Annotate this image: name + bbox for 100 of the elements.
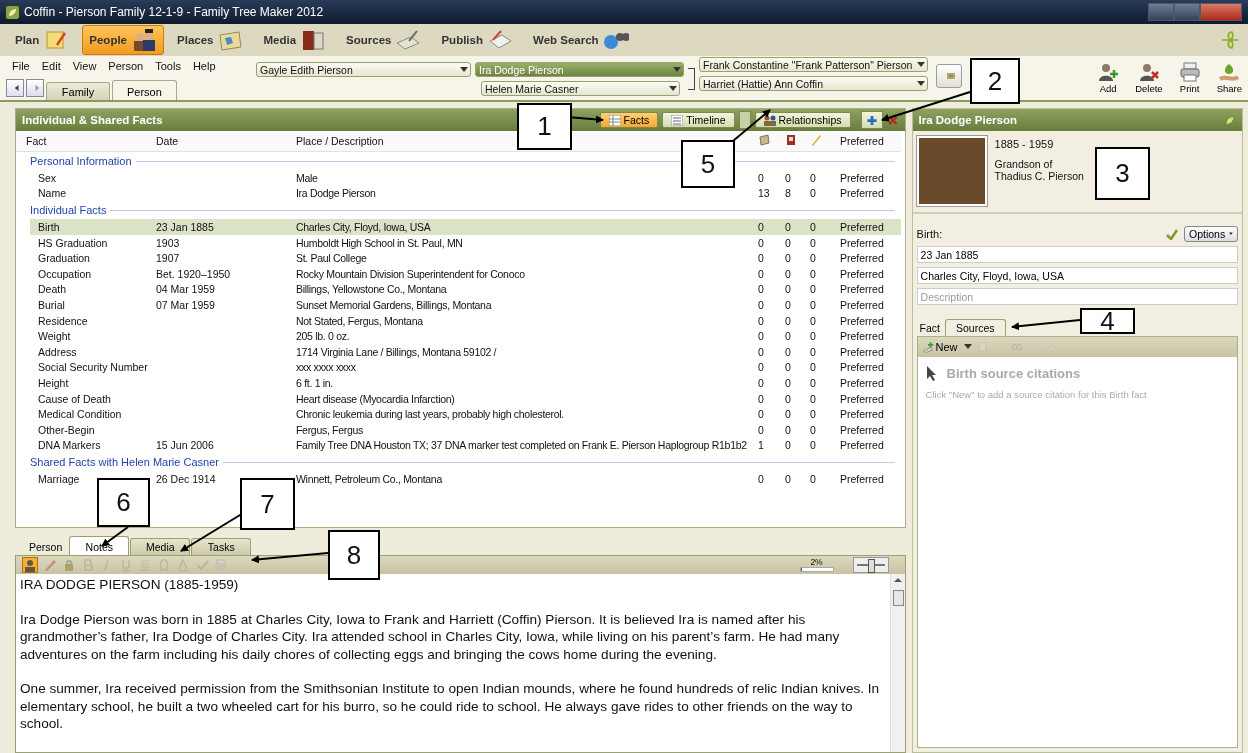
workspace-tab[interactable]: People [82,25,164,55]
view-tab[interactable]: Family [46,82,110,100]
table-cell-text: 15 Jun 2006 [156,439,215,452]
table-cell-text: 0 [810,267,817,280]
table-cell-text: 0 [758,423,765,436]
column-header[interactable]: Date [156,135,296,147]
leaf-icon[interactable] [1224,114,1236,126]
column-header[interactable]: Fact [26,135,156,147]
table-cell-text: Preferred [840,330,885,343]
callout-number: 1 [517,103,572,150]
column-header[interactable]: Preferred [840,135,892,147]
forward-button[interactable] [26,79,44,97]
table-cell-text: 0 [758,392,765,405]
toolbar-button[interactable]: Print [1178,62,1201,100]
table-cell-text: Death [38,283,68,296]
person-dropdown[interactable]: Harriet (Hattie) Ann Coffin [699,76,928,91]
table-cell-text: Preferred [840,236,885,249]
add-fact-button[interactable] [860,111,883,129]
menu-item[interactable]: Help [192,60,216,75]
restore-button[interactable] [1174,3,1200,21]
star-icon[interactable] [1027,341,1040,353]
folder-button[interactable] [936,64,962,88]
person-icon[interactable] [22,557,38,573]
person-dropdown[interactable]: Gayle Edith Pierson [256,62,471,77]
tab[interactable]: Media [130,538,191,555]
pencil-icon[interactable] [993,341,1006,353]
bold-icon[interactable] [81,558,95,572]
workspace-tab[interactable]: Places [170,25,251,55]
view-toggle[interactable]: Timeline [662,112,735,128]
menu-item[interactable]: File [12,60,30,75]
description-field[interactable]: Description [916,288,1238,305]
tab[interactable]: Person [23,539,69,555]
toolbar-button[interactable]: Share [1216,62,1242,100]
table-cell-text: 0 [810,361,817,374]
minimize-button[interactable] [1148,3,1174,21]
person-dropdown[interactable]: Helen Marie Casner [481,81,680,96]
workspace-tab[interactable]: Sources [339,25,429,55]
workspace-tab[interactable]: Plan [8,25,77,55]
view-toggle[interactable]: Facts [599,112,659,128]
table-row[interactable]: Birth 23 Jan 1885 Charles City, Floyd, Iowa, USA 0 0 0 Preferred [30,219,901,235]
table-cell-text: 0 [785,392,792,405]
table-cell-text: 1 [758,439,765,452]
back-button[interactable] [6,79,24,97]
menu-item[interactable]: Person [108,60,144,75]
copy-icon[interactable] [976,341,989,353]
leaf-icon[interactable] [1220,30,1240,50]
view-toggle[interactable]: Relationships [754,112,851,128]
callout-number: 8 [328,530,380,580]
lock-icon[interactable] [62,558,76,572]
edit-icon[interactable] [43,558,57,572]
book-icon [300,29,327,51]
print-icon[interactable] [214,558,228,572]
delete-icon[interactable] [886,114,899,126]
add-person-icon [1097,62,1120,82]
toolbar-button[interactable]: Delete [1135,62,1163,100]
table-cell-text: Winnett, Petroleum Co., Montana [296,472,444,485]
toolbar-button[interactable]: Add [1097,62,1120,100]
table-cell-text: 0 [810,187,817,200]
workspace-tab[interactable]: Web Search [526,25,636,55]
table-cell-text: Preferred [840,187,885,200]
options-button[interactable]: Options [1184,226,1238,242]
tab[interactable]: Fact [916,319,943,336]
menu-item[interactable]: View [72,60,97,75]
spellcheck-icon[interactable] [195,558,209,572]
table-cell-text: 0 [758,283,765,296]
menu-item[interactable]: Edit [41,60,61,75]
close-button[interactable] [1200,3,1242,21]
link-icon[interactable] [1010,341,1023,353]
place-field[interactable]: Charles City, Floyd, Iowa, USA [916,267,1238,284]
delete-person-icon [1137,62,1160,82]
caret-icon [917,80,925,87]
table-cell-text: Bet. 1920–1950 [156,267,232,280]
note-paragraph: One summer, Ira received permission from the Smithsonian Institute to open Indian mounds, where he found hundreds of relic Indian knives. In elementary school, he built a two wheeled cart for his burro, so he could ride to school. He always gave rides to other friends on the way to school. [20,680,881,733]
scrollbar-thumb[interactable] [892,590,904,606]
table-cell-text: Occupation [38,267,93,280]
menu-item[interactable]: Tools [155,60,181,75]
photo-placeholder[interactable] [916,136,987,206]
callout-arrow [1011,319,1081,331]
workspace-tab[interactable]: Media [256,25,334,55]
table-cell-text: 0 [785,376,792,389]
view-tab[interactable]: Person [112,80,177,100]
font-color-icon[interactable] [176,558,190,572]
callout-number: 4 [1080,308,1135,334]
date-field[interactable]: 23 Jan 1885 [916,246,1238,263]
underline-icon[interactable] [119,558,133,572]
scrollbar[interactable] [889,574,905,752]
zoom-slider[interactable] [867,559,875,573]
list-icon[interactable] [138,558,152,572]
dropdown-button[interactable] [738,111,751,129]
table-cell-text: 0 [785,267,792,280]
relationship-text: Grandson of Thadius C. Pierson [994,158,1084,182]
person-dropdown[interactable]: Frank Constantine "Frank Patterson" Pierson [699,57,928,72]
tab[interactable]: Tasks [191,538,252,555]
table-cell-text: 0 [810,252,817,265]
omega-icon[interactable] [157,558,171,572]
table-cell-text: 0 [810,408,817,421]
table-cell-text: 205 lb. 0 oz. [296,330,351,343]
table-cell-text: 0 [810,392,817,405]
workspace-tab[interactable]: Publish [434,25,520,55]
new-button[interactable]: New [921,341,972,353]
